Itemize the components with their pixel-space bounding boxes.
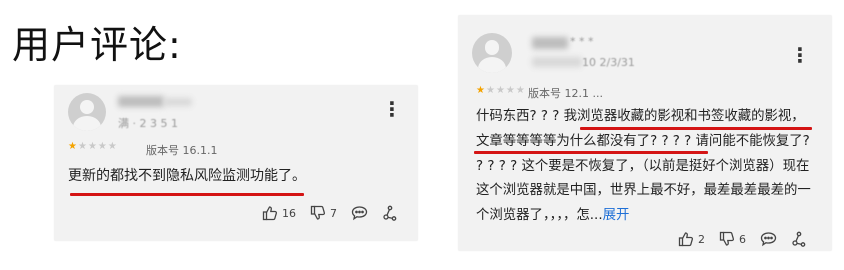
expand-link[interactable]: 展开 xyxy=(603,208,630,223)
star-icon: ★ xyxy=(87,141,98,152)
review-actions: 16 7 xyxy=(262,205,412,221)
review-body: 什码东西? ? ? 我浏览器收藏的影视和书签收藏的影视，文章等等等等为什么都没有… xyxy=(476,105,816,229)
highlight-underline xyxy=(474,151,708,154)
star-icon: ★ xyxy=(107,141,118,152)
version-label: 版本号 12.1 ... xyxy=(528,87,603,100)
share-button[interactable] xyxy=(382,205,398,221)
comment-button[interactable] xyxy=(760,231,777,247)
masked-date-block xyxy=(532,57,582,67)
like-count: 2 xyxy=(698,232,705,246)
share-button[interactable] xyxy=(791,231,807,247)
dislike-count: 7 xyxy=(330,206,337,220)
thumbs-down-icon xyxy=(310,205,326,220)
dislike-button[interactable]: 7 xyxy=(310,205,337,221)
comment-button[interactable] xyxy=(351,205,368,221)
page-heading: 用户评论: xyxy=(12,23,182,67)
masked-username xyxy=(118,96,164,107)
avatar-icon[interactable] xyxy=(68,93,106,131)
like-count: 16 xyxy=(282,206,296,220)
review-card-1: 满 · 2 3 5 1 ⋮ ★★★★★ 版本号 16.1.1 更新的都找不到隐私… xyxy=(54,85,418,241)
thumbs-up-icon xyxy=(262,206,278,221)
highlight-underline xyxy=(580,127,812,130)
star-icon: ★ xyxy=(68,141,78,152)
thumbs-down-icon xyxy=(719,231,735,246)
star-icon: ★ xyxy=(97,141,108,152)
review-body: 更新的都找不到隐私风险监测功能了。 xyxy=(68,168,306,184)
like-button[interactable]: 2 xyxy=(678,231,705,247)
like-button[interactable]: 16 xyxy=(262,205,296,221)
more-vertical-icon[interactable]: ⋮ xyxy=(790,45,810,65)
star-icon: ★ xyxy=(485,85,496,96)
share-icon xyxy=(792,231,806,247)
masked-username-tail xyxy=(164,98,192,106)
masked-username xyxy=(532,37,568,49)
star-rating: ★★★★★ xyxy=(476,85,526,96)
thumbs-up-icon xyxy=(678,232,694,247)
share-icon xyxy=(383,205,397,221)
comment-icon xyxy=(351,206,368,221)
masked-date: 10 2/3/31 xyxy=(582,56,635,69)
star-rating: ★★★★★ xyxy=(68,141,118,152)
dislike-count: 6 xyxy=(739,232,746,246)
star-icon: ★ xyxy=(476,85,486,96)
comment-icon xyxy=(760,232,777,247)
star-icon: ★ xyxy=(495,85,506,96)
review-card-2: * * * 10 2/3/31 ⋮ ★★★★★ 版本号 12.1 ... 什码东… xyxy=(458,15,832,251)
highlight-underline xyxy=(70,193,304,196)
dislike-button[interactable]: 6 xyxy=(719,231,746,247)
version-label: 版本号 16.1.1 xyxy=(146,144,218,157)
star-icon: ★ xyxy=(515,85,526,96)
star-icon: ★ xyxy=(505,85,516,96)
masked-username-tail: * * * xyxy=(570,35,594,48)
review-actions: 2 6 xyxy=(678,231,821,247)
more-vertical-icon[interactable]: ⋮ xyxy=(382,99,402,119)
star-icon: ★ xyxy=(77,141,88,152)
avatar-icon[interactable] xyxy=(472,33,512,73)
masked-meta: 满 · 2 3 5 1 xyxy=(118,117,178,130)
